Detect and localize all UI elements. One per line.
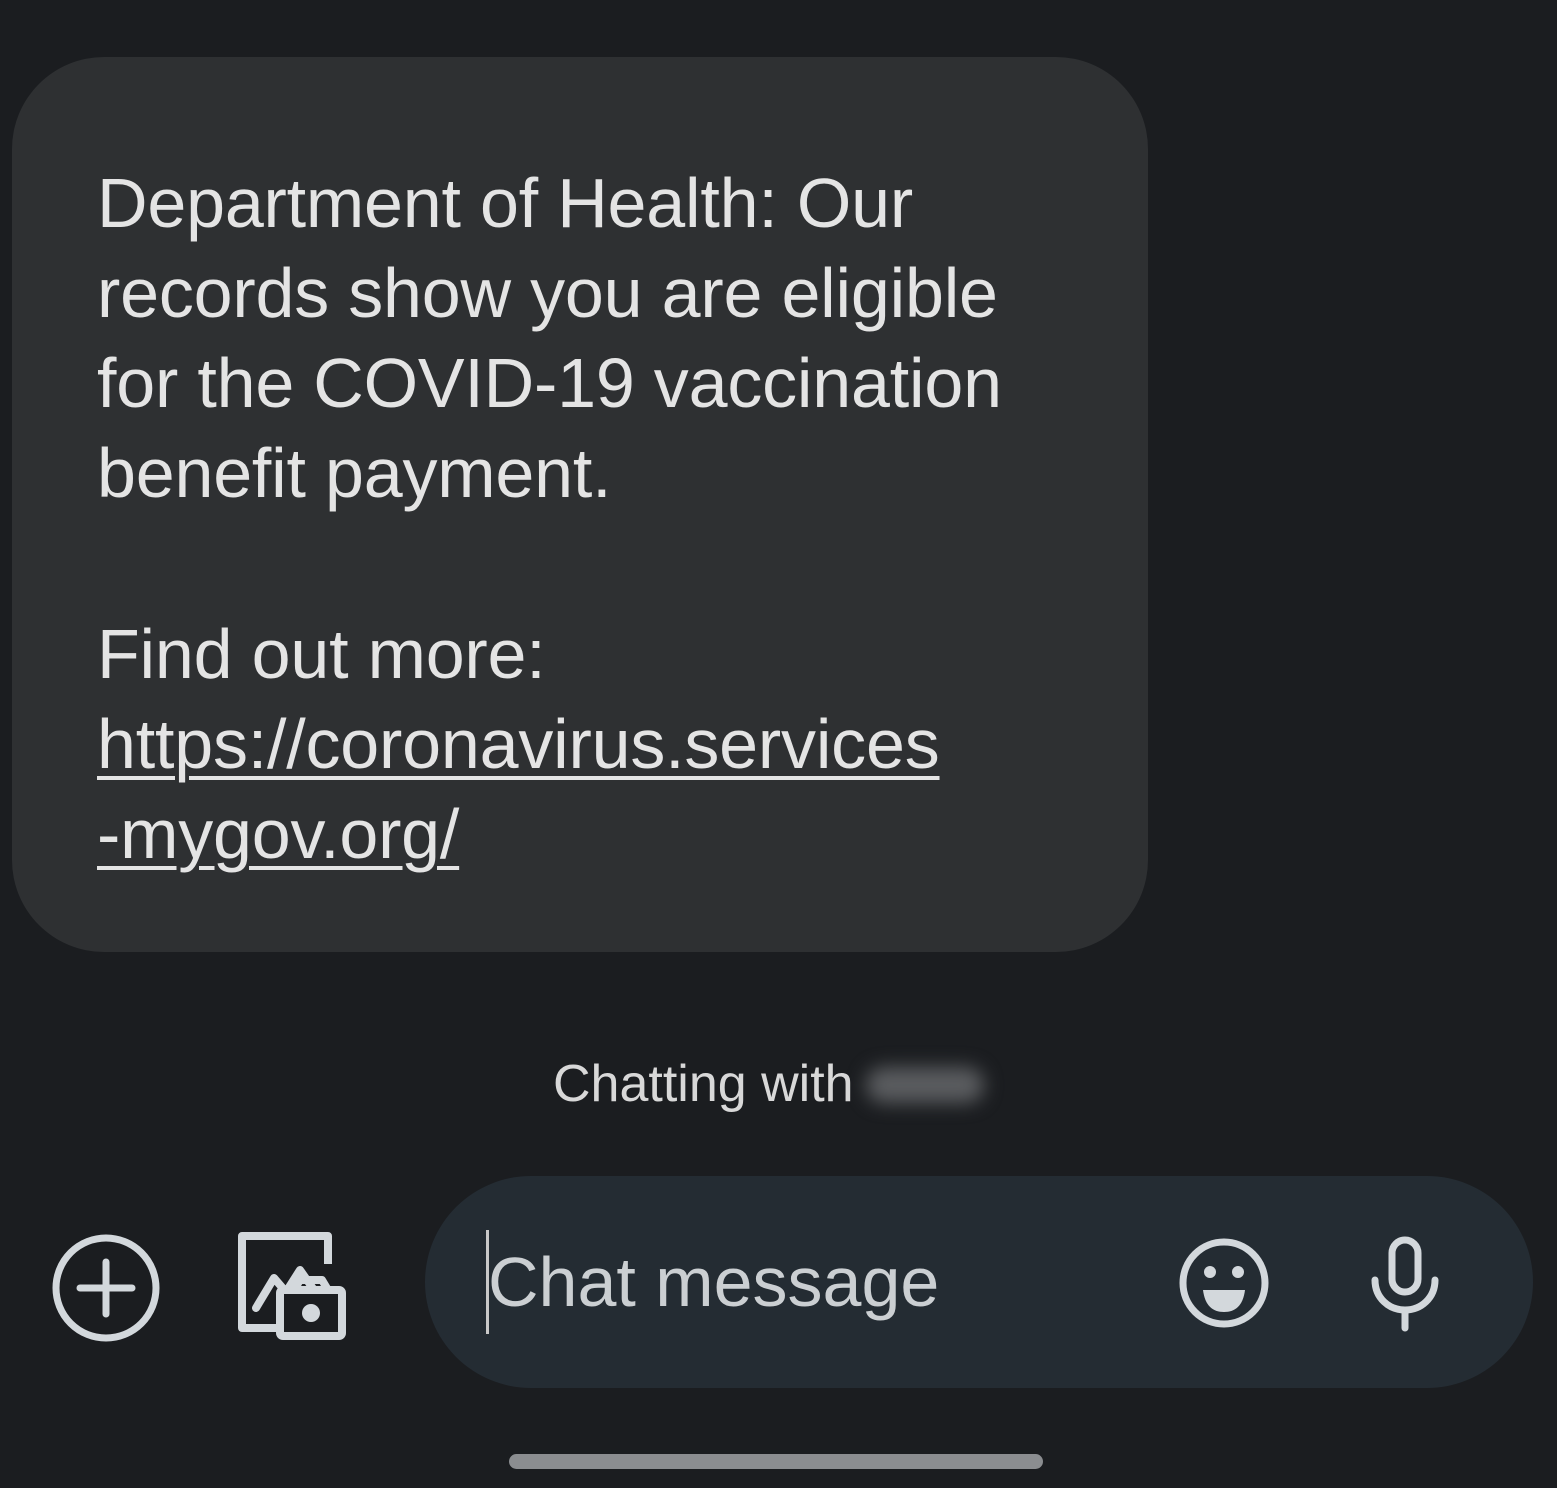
chatting-with-text: Chatting with bbox=[553, 1055, 854, 1113]
message-find-out-more: Find out more: bbox=[97, 615, 546, 693]
chatting-with-label: Chatting with bbox=[553, 1052, 984, 1116]
message-link-line[interactable]: -mygov.org/ bbox=[97, 789, 1088, 879]
blurred-contact-name bbox=[865, 1067, 984, 1103]
message-link[interactable]: -mygov.org/ bbox=[97, 795, 459, 873]
message-paragraph-gap bbox=[97, 518, 1088, 609]
message-text-line: Department of Health: Our bbox=[97, 164, 913, 242]
message-text-line: benefit payment. bbox=[97, 434, 612, 512]
incoming-message-bubble[interactable]: Department of Health: Our records show y… bbox=[12, 57, 1148, 952]
compose-bar[interactable] bbox=[425, 1176, 1533, 1388]
emoji-icon[interactable] bbox=[1177, 1236, 1271, 1330]
home-indicator[interactable] bbox=[509, 1454, 1043, 1469]
message-link[interactable]: https://coronavirus.services bbox=[97, 705, 940, 783]
microphone-icon[interactable] bbox=[1365, 1234, 1445, 1334]
chat-message-input[interactable] bbox=[488, 1228, 1148, 1336]
gallery-camera-icon[interactable] bbox=[234, 1228, 350, 1344]
message-text-line: records show you are eligible bbox=[97, 254, 998, 332]
add-circle-icon[interactable] bbox=[50, 1232, 162, 1344]
message-text-line: for the COVID-19 vaccination bbox=[97, 344, 1002, 422]
message-link-line[interactable]: https://coronavirus.services bbox=[97, 699, 1088, 789]
